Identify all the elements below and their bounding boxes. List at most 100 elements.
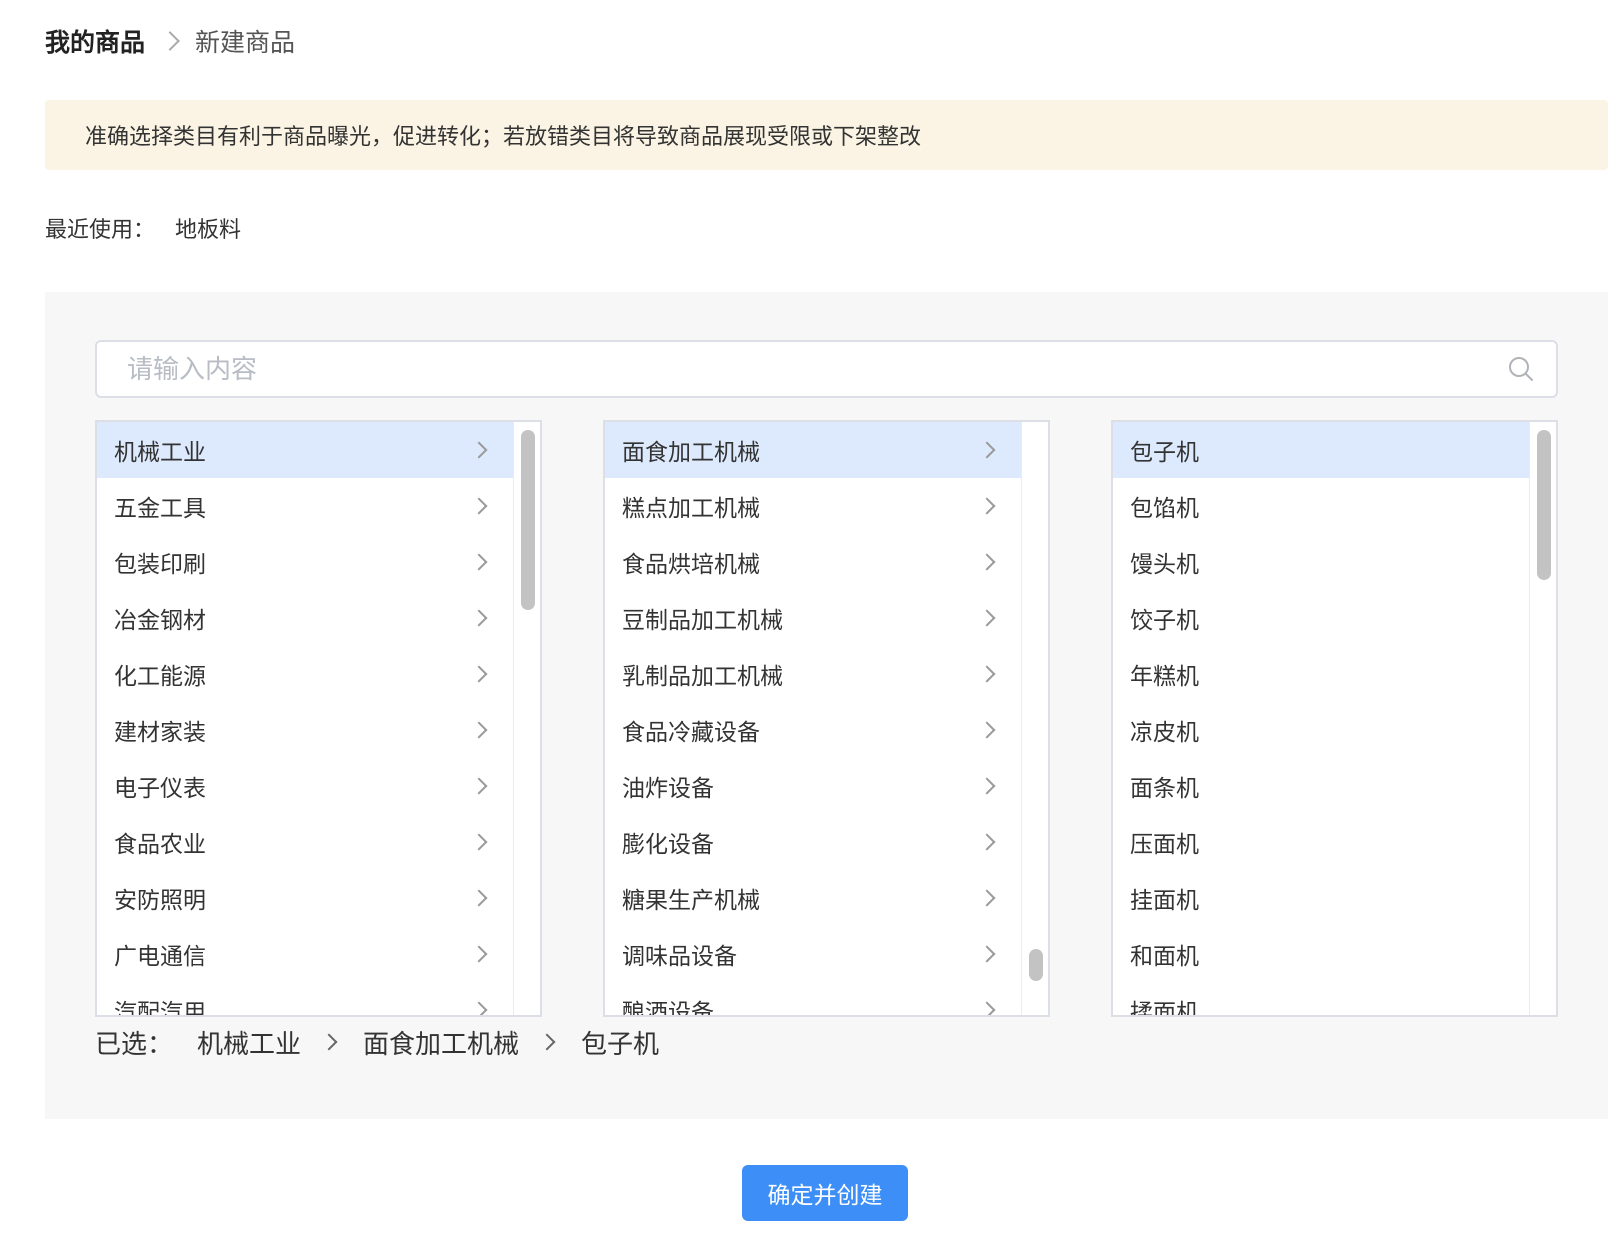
chevron-right-icon [978,609,996,627]
recent-used: 最近使用： 地板料 [45,212,241,244]
category-list-level1: 机械工业五金工具 包装印刷冶金钢材化工能源建材家装电子仪表食品农业安防照明广电通信… [97,422,513,1015]
breadcrumb-current: 新建商品 [195,28,296,57]
category-item[interactable]: 馒头机 [1113,534,1529,590]
category-item-label: 豆制品加工机械 [622,608,783,634]
category-item-label: 包子机 [1130,440,1199,466]
category-item[interactable]: 面食加工机械 [605,422,1021,478]
scrollbar-thumb[interactable] [1029,949,1043,981]
category-item[interactable]: 包装印刷 [97,534,513,590]
category-item[interactable]: 包馅机 [1113,478,1529,534]
category-item[interactable]: 安防照明 [97,870,513,926]
category-item-label: 机械工业 [114,440,206,466]
category-column-level3: 包子机包馅机馒头机饺子机年糕机凉皮机面条机压面机挂面机和面机揉面机 [1111,420,1558,1017]
category-item-label: 和面机 [1130,944,1199,970]
category-item[interactable]: 汽配汽用 [97,982,513,1015]
category-item[interactable]: 凉皮机 [1113,702,1529,758]
scrollbar-thumb[interactable] [521,430,535,610]
category-item[interactable]: 包子机 [1113,422,1529,478]
category-item-label: 乳制品加工机械 [622,664,783,690]
category-item[interactable]: 化工能源 [97,646,513,702]
breadcrumb: 我的商品 新建商品 [45,20,295,62]
chevron-right-icon [978,665,996,683]
category-item-label: 食品烘培机械 [622,552,760,578]
selected-level1: 机械工业 [197,1029,302,1060]
category-item[interactable]: 揉面机 [1113,982,1529,1015]
chevron-right-icon [978,441,996,459]
scrollbar[interactable] [513,422,540,1015]
search-input[interactable] [97,342,1489,398]
category-item[interactable]: 豆制品加工机械 [605,590,1021,646]
category-item-label: 广电通信 [114,944,206,970]
category-item[interactable]: 电子仪表 [97,758,513,814]
chevron-right-icon [470,833,488,851]
chevron-right-icon [470,777,488,795]
category-item[interactable]: 面条机 [1113,758,1529,814]
category-item-label: 冶金钢材 [114,608,206,634]
category-item-label: 饺子机 [1130,608,1199,634]
category-item[interactable]: 油炸设备 [605,758,1021,814]
category-item[interactable]: 酿酒设备 [605,982,1021,1015]
category-item[interactable]: 压面机 [1113,814,1529,870]
category-list-level3: 包子机包馅机馒头机饺子机年糕机凉皮机面条机压面机挂面机和面机揉面机 [1113,422,1529,1015]
category-column-level1: 机械工业五金工具 包装印刷冶金钢材化工能源建材家装电子仪表食品农业安防照明广电通信… [95,420,542,1017]
category-item[interactable]: 饺子机 [1113,590,1529,646]
category-item[interactable]: 糖果生产机械 [605,870,1021,926]
category-panel: 机械工业五金工具包装印刷冶金钢材化工能源建材家装电子仪表食品农业安防照明广电通信… [45,292,1608,1119]
category-item-label: 食品农业 [114,832,206,858]
category-item[interactable]: 乳制品加工机械 [605,646,1021,702]
selected-level3: 包子机 [581,1029,660,1060]
category-item-label: 凉皮机 [1130,720,1199,746]
category-item[interactable]: 挂面机 [1113,870,1529,926]
notice-text: 准确选择类目有利于商品曝光，促进转化；若放错类目将导致商品展现受限或下架整改 [85,125,922,150]
search-box [95,340,1558,398]
category-item[interactable]: 食品农业 [97,814,513,870]
chevron-right-icon [978,497,996,515]
chevron-right-icon [470,945,488,963]
category-item-label: 调味品设备 [622,944,737,970]
category-item-label: 糖果生产机械 [622,888,760,914]
chevron-right-icon [470,441,488,459]
category-item-label: 电子仪表 [114,776,206,802]
chevron-right-icon [470,553,488,571]
scrollbar[interactable] [1529,422,1556,1015]
chevron-right-icon [978,889,996,907]
chevron-right-icon [978,553,996,571]
category-item[interactable]: 膨化设备 [605,814,1021,870]
category-item-label: 化工能源 [114,664,206,690]
category-item[interactable]: 调味品设备 [605,926,1021,982]
chevron-right-icon [470,889,488,907]
category-item[interactable]: 机械工业 [97,422,513,478]
chevron-right-icon [978,833,996,851]
category-item[interactable]: 食品烘培机械 [605,534,1021,590]
breadcrumb-chevron-icon [160,31,180,51]
category-item-label: 安防照明 [114,888,206,914]
chevron-right-icon [538,1033,556,1051]
selected-label: 已选： [95,1029,174,1060]
category-item-label: 膨化设备 [622,832,714,858]
category-item-label: 建材家装 [114,720,206,746]
chevron-right-icon [470,497,488,515]
breadcrumb-root[interactable]: 我的商品 [45,23,145,59]
category-item-label: 食品冷藏设备 [622,720,760,746]
category-item[interactable]: 糕点加工机械 [605,478,1021,534]
category-item[interactable]: 广电通信 [97,926,513,982]
recent-item[interactable]: 地板料 [175,212,241,244]
category-item[interactable]: 年糕机 [1113,646,1529,702]
category-item-label: 压面机 [1130,832,1199,858]
category-item[interactable]: 和面机 [1113,926,1529,982]
category-item-label: 油炸设备 [622,776,714,802]
chevron-right-icon [470,665,488,683]
scrollbar-thumb[interactable] [1537,430,1551,580]
confirm-create-button[interactable]: 确定并创建 [742,1165,908,1221]
category-item[interactable]: 食品冷藏设备 [605,702,1021,758]
category-item[interactable]: 建材家装 [97,702,513,758]
category-item[interactable]: 冶金钢材 [97,590,513,646]
chevron-right-icon [978,721,996,739]
category-item-label: 包馅机 [1130,496,1199,522]
category-item-label: 挂面机 [1130,888,1199,914]
search-icon[interactable] [1508,356,1534,382]
chevron-right-icon [978,945,996,963]
category-item-label: 年糕机 [1130,664,1199,690]
scrollbar[interactable] [1021,422,1048,1015]
category-item[interactable]: 五金工具 [97,478,513,534]
